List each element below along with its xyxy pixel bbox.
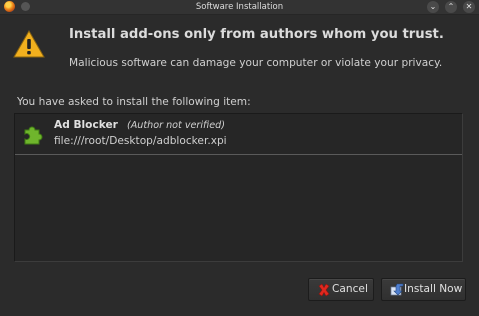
window-title: Software Installation (195, 2, 284, 12)
minimize-button[interactable]: ⌄ (427, 1, 439, 13)
red-x-icon (318, 283, 330, 297)
title-bar[interactable]: Software Installation ⌄ ⌃ ✕ (0, 0, 479, 15)
install-now-button[interactable]: Install Now (381, 278, 466, 301)
author-status: (Author not verified) (127, 120, 225, 131)
cancel-label: Cancel (332, 283, 368, 295)
warning-heading: Install add-ons only from authors whom y… (69, 27, 444, 42)
puzzle-piece-icon (24, 126, 43, 145)
addon-name: Ad Blocker (54, 119, 118, 131)
list-item[interactable]: Ad Blocker (Author not verified) file://… (15, 114, 462, 155)
cancel-button[interactable]: Cancel (308, 278, 374, 301)
addon-list[interactable]: Ad Blocker (Author not verified) file://… (14, 113, 463, 262)
maximize-button[interactable]: ⌃ (445, 1, 457, 13)
warning-icon (13, 30, 45, 58)
warning-subtext: Malicious software can damage your compu… (69, 57, 443, 69)
close-button[interactable]: ✕ (463, 1, 475, 13)
addon-path: file:///root/Desktop/adblocker.xpi (54, 135, 227, 147)
install-now-label: Install Now (404, 283, 463, 295)
install-icon (390, 283, 404, 296)
install-intro-label: You have asked to install the following … (17, 96, 251, 108)
